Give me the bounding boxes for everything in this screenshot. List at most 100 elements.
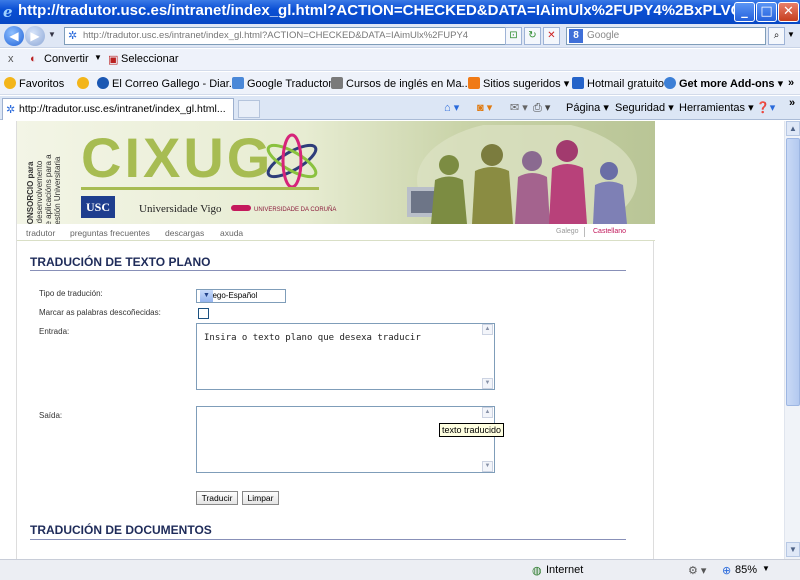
page-menu[interactable]: Página ▾ (566, 101, 609, 114)
forward-icon[interactable]: ▶ (25, 26, 45, 46)
output-tooltip: texto traducido (439, 423, 505, 437)
lang-divider (584, 227, 585, 237)
feeds-icon[interactable]: ◙ ▾ (477, 101, 492, 114)
hotmail-icon (572, 77, 584, 89)
usc-logo: USC (81, 196, 115, 218)
zoom-icon: ⊕ (722, 565, 732, 577)
mark-unknown-label: Marcar as palabras descoñecidas: (39, 308, 161, 317)
compatibility-view-icon[interactable]: ⊡ (505, 27, 522, 45)
convert-toolbar: x ◐ Convertir ▼ ▣ Seleccionar (0, 49, 800, 71)
favorite-link-google-traductor[interactable]: Google Traductor (232, 77, 332, 90)
search-input[interactable]: 8 Google (566, 27, 766, 45)
toolbar-close-icon[interactable]: x (8, 53, 14, 65)
section-title-documents: TRADUCIÓN DE DOCUMENTOS (30, 523, 212, 537)
select-button[interactable]: Seleccionar (121, 53, 178, 65)
translate-button[interactable]: Traducir (196, 491, 238, 505)
zoom-dropdown-icon[interactable]: ▼ (762, 564, 770, 573)
address-text: http://tradutor.usc.es/intranet/index_gl… (83, 30, 469, 41)
person-icon (331, 77, 343, 89)
refresh-icon[interactable]: ↻ (524, 27, 541, 45)
vigo-logo: Universidade Vigo (139, 203, 222, 215)
convert-button[interactable]: Convertir (44, 53, 89, 65)
favorite-link-hotmail[interactable]: Hotmail gratuito (572, 77, 664, 90)
logo-underline (81, 187, 319, 190)
back-icon[interactable]: ◀ (4, 26, 24, 46)
google-icon: 8 (569, 29, 583, 43)
page-scrollbar[interactable]: ▲ ▼ (784, 121, 800, 559)
help-icon[interactable]: ❓▾ (756, 101, 775, 114)
section-divider-documents (30, 539, 626, 540)
search-icon[interactable]: ⌕ (768, 27, 785, 45)
stop-icon[interactable]: ✕ (543, 27, 560, 45)
toolbar-more-icon[interactable]: » (789, 97, 795, 109)
web-content: CONSORCIO para o desenvolvemento de apli… (0, 121, 784, 559)
favorite-link-addons[interactable]: Get more Add-ons ▾ (664, 77, 783, 90)
select-icon: ▣ (108, 54, 119, 66)
favorites-more-icon[interactable]: » (788, 77, 794, 89)
scroll-thumb[interactable] (786, 138, 800, 406)
security-zone: Internet (546, 564, 584, 576)
cixug-emblem-icon (266, 133, 318, 189)
input-label: Entrada: (39, 327, 70, 336)
search-placeholder: Google (587, 30, 620, 41)
output-label: Saída: (39, 411, 63, 420)
clear-button[interactable]: Limpar (242, 491, 279, 505)
scroll-down-icon[interactable]: ▼ (786, 542, 800, 557)
nav-tradutor[interactable]: tradutor (26, 228, 55, 238)
translation-type-label: Tipo de tradución: (39, 289, 103, 298)
pdf-convert-icon: ◐ (30, 53, 37, 65)
zoom-level[interactable]: 85% (735, 564, 757, 576)
address-input[interactable]: ✲ http://tradutor.usc.es/intranet/index_… (64, 27, 522, 45)
translation-type-select[interactable]: Galego-Español ▼ (196, 289, 286, 303)
favorite-link-correo[interactable]: El Correo Gallego - Diar... (97, 77, 238, 90)
page-favicon-icon: ✲ (68, 30, 78, 42)
input-text: Insira o texto plano que desexa traducir (204, 333, 421, 343)
minimize-button[interactable]: _ (734, 2, 755, 22)
tab-label: http://tradutor.usc.es/intranet/index_gl… (19, 103, 226, 115)
input-textarea[interactable]: Insira o texto plano que desexa traducir… (196, 323, 495, 390)
nav-help[interactable]: axuda (220, 228, 243, 238)
section-title-plain-text: TRADUCIÓN DE TEXTO PLANO (30, 255, 211, 269)
mail-icon[interactable]: ✉ ▾ (510, 101, 528, 114)
favorite-link-cursos[interactable]: Cursos de inglés en Ma... (331, 77, 471, 90)
lang-castellano[interactable]: Castellano (593, 228, 626, 235)
site-header-banner: CONSORCIO para o desenvolvemento de apli… (17, 121, 655, 224)
history-dropdown-icon[interactable]: ▼ (48, 30, 56, 39)
output-scrollbar[interactable]: ▲ ▼ (481, 407, 494, 472)
lang-galego[interactable]: Galego (556, 228, 579, 235)
internet-zone-icon: ◍ (532, 565, 542, 577)
security-menu[interactable]: Seguridad ▾ (615, 101, 674, 114)
cixug-page: CONSORCIO para o desenvolvemento de apli… (16, 121, 655, 559)
tools-menu[interactable]: Herramientas ▾ (679, 101, 754, 114)
site-nav: tradutor preguntas frecuentes descargas … (17, 224, 655, 241)
window-title: http://tradutor.usc.es/intranet/index_gl… (18, 2, 738, 19)
mark-unknown-checkbox[interactable] (198, 308, 209, 319)
coruna-logo: UNIVERSIDADE DA CORUÑA (231, 205, 336, 213)
tab-tradutor[interactable]: ✲ http://tradutor.usc.es/intranet/index_… (2, 98, 234, 120)
print-icon[interactable]: ⎙ ▾ (533, 101, 550, 115)
search-options-icon[interactable]: ▼ (787, 30, 795, 39)
status-bar: ◍ Internet ⚙ ▾ ⊕ 85% ▼ (0, 559, 800, 580)
new-tab-button[interactable] (238, 100, 260, 118)
add-favorite-icon[interactable] (77, 77, 92, 90)
people-illustration (407, 125, 637, 224)
protected-mode-icon[interactable]: ⚙ ▾ (688, 564, 706, 577)
suggested-sites-icon (468, 77, 480, 89)
maximize-button[interactable]: □ (756, 2, 777, 22)
scroll-up-icon[interactable]: ▲ (786, 121, 800, 136)
ie-addons-icon (664, 77, 676, 89)
input-scrollbar[interactable]: ▲ ▼ (481, 324, 494, 389)
output-textarea[interactable]: ▲ ▼ (196, 406, 495, 473)
cixug-logo: CIXUG (81, 126, 274, 189)
home-icon[interactable]: ⌂ ▾ (444, 101, 459, 114)
chevron-down-icon: ▼ (200, 290, 213, 302)
favorites-button[interactable]: Favoritos (4, 77, 64, 90)
section-divider (30, 270, 626, 271)
close-button[interactable]: ✕ (778, 2, 799, 22)
tab-bar: ✲ http://tradutor.usc.es/intranet/index_… (0, 96, 800, 120)
nav-faq[interactable]: preguntas frecuentes (70, 228, 150, 238)
nav-downloads[interactable]: descargas (165, 228, 204, 238)
favorite-link-sitios[interactable]: Sitios sugeridos ▾ (468, 77, 569, 90)
favorites-bar: Favoritos El Correo Gallego - Diar... Go… (0, 72, 800, 95)
convert-dropdown-icon[interactable]: ▼ (94, 53, 102, 62)
